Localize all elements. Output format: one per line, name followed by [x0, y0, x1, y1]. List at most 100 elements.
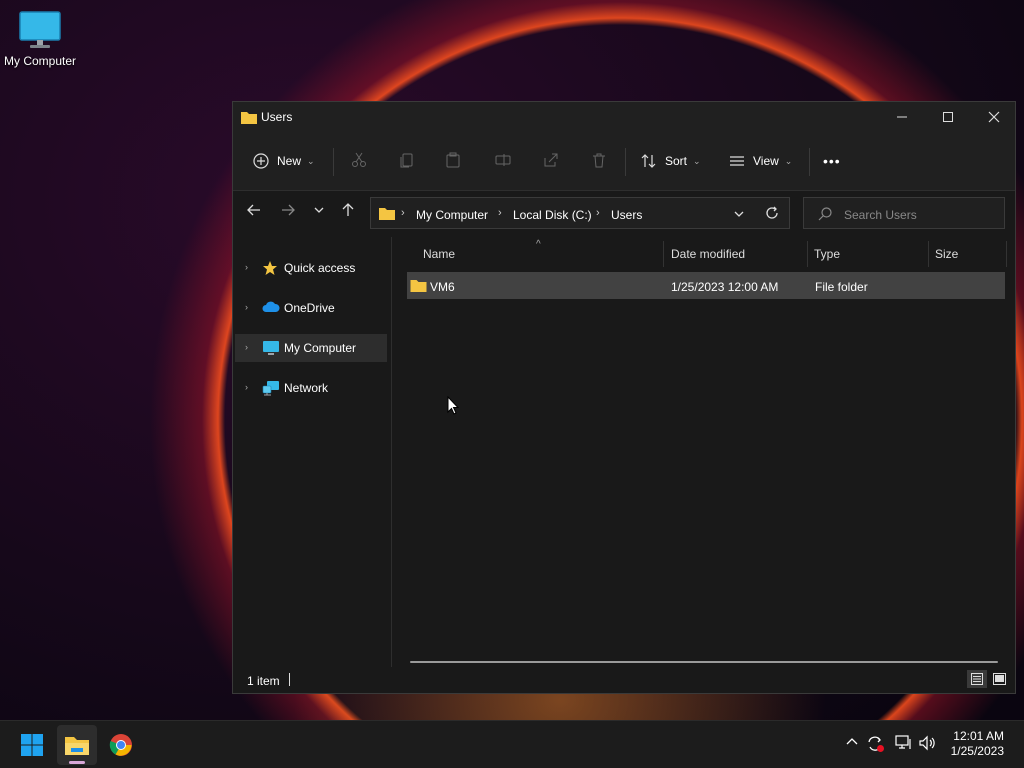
column-divider[interactable]: [807, 241, 808, 267]
file-explorer-window: Users New ⌄ Sort ⌄ View ⌄ ••• › My Compu…: [232, 101, 1016, 694]
sort-icon: [641, 154, 656, 168]
chevron-down-icon: ⌄: [307, 155, 315, 166]
taskbar: 12:01 AM 1/25/2023: [0, 720, 1024, 768]
search-box[interactable]: Search Users: [803, 197, 1005, 229]
copy-icon[interactable]: [399, 152, 415, 173]
cloud-icon: [262, 300, 280, 317]
address-bar[interactable]: › My Computer › Local Disk (C:) › Users: [370, 197, 790, 229]
breadcrumb-users[interactable]: Users: [611, 208, 642, 222]
network-status-icon[interactable]: [895, 735, 913, 754]
cut-icon[interactable]: [351, 152, 367, 173]
show-hidden-icons-chevron-icon[interactable]: [845, 735, 859, 752]
more-options-button[interactable]: •••: [823, 146, 841, 176]
chevron-down-icon: ⌄: [693, 155, 701, 166]
taskbar-chrome[interactable]: [101, 725, 141, 765]
sidebar-item-label: OneDrive: [284, 301, 335, 315]
cell-name: VM6: [430, 280, 455, 294]
network-icon: [262, 380, 280, 399]
cell-type: File folder: [815, 280, 868, 294]
recent-locations-button[interactable]: [313, 203, 325, 221]
up-button[interactable]: [341, 203, 355, 221]
details-view-button[interactable]: [967, 670, 987, 688]
desktop-icon-label: My Computer: [3, 54, 77, 68]
cell-date-modified: 1/25/2023 12:00 AM: [671, 280, 779, 294]
status-bar: 1 item: [233, 667, 1015, 693]
column-header-size[interactable]: Size: [935, 247, 958, 261]
active-indicator: [69, 761, 85, 764]
column-header-date-modified[interactable]: Date modified: [671, 247, 745, 261]
chevron-right-icon[interactable]: ›: [245, 342, 248, 352]
sort-ascending-icon: ^: [536, 239, 541, 250]
new-label: New: [277, 154, 302, 168]
column-header-type[interactable]: Type: [814, 247, 840, 261]
sidebar-item-label: My Computer: [284, 341, 357, 355]
column-divider[interactable]: [1006, 241, 1007, 267]
new-button[interactable]: New ⌄: [253, 146, 315, 176]
view-button[interactable]: View ⌄: [729, 146, 792, 176]
toolbar-divider: [625, 148, 626, 176]
paste-icon[interactable]: [445, 152, 461, 173]
sidebar-item-my-computer[interactable]: › My Computer: [235, 334, 387, 362]
refresh-icon[interactable]: [765, 206, 779, 225]
large-icons-view-button[interactable]: [989, 670, 1009, 688]
breadcrumb-separator: ›: [596, 207, 600, 219]
address-history-chevron-icon[interactable]: [733, 207, 745, 225]
forward-button[interactable]: [281, 203, 295, 221]
toolbar-divider: [333, 148, 334, 176]
navigation-pane: › Quick access › OneDrive › My Computer …: [233, 237, 392, 667]
delete-icon[interactable]: [591, 152, 607, 173]
view-label: View: [753, 154, 779, 168]
system-clock[interactable]: 12:01 AM 1/25/2023: [951, 729, 1004, 759]
back-button[interactable]: [247, 203, 261, 221]
large-icons-view-icon: [992, 673, 1006, 685]
file-list: ^ Name Date modified Type Size VM6 1/25/…: [392, 237, 1015, 667]
sidebar-item-onedrive[interactable]: › OneDrive: [235, 294, 387, 322]
star-icon: [262, 260, 278, 279]
folder-icon: [241, 110, 257, 129]
chevron-right-icon[interactable]: ›: [245, 382, 248, 392]
sort-button[interactable]: Sort ⌄: [641, 146, 701, 176]
start-button[interactable]: [12, 725, 52, 765]
search-icon: [818, 207, 832, 226]
breadcrumb-my-computer[interactable]: My Computer: [416, 208, 488, 222]
toolbar-divider: [809, 148, 810, 176]
item-count: 1 item: [247, 674, 280, 688]
table-row[interactable]: VM6 1/25/2023 12:00 AM File folder: [407, 272, 1005, 299]
title-bar[interactable]: Users: [233, 102, 1015, 132]
navigation-bar: › My Computer › Local Disk (C:) › Users …: [233, 191, 1015, 237]
desktop-icon-my-computer[interactable]: My Computer: [2, 8, 78, 68]
rename-icon[interactable]: [495, 152, 511, 173]
chevron-right-icon[interactable]: ›: [245, 262, 248, 272]
sidebar-item-label: Network: [284, 381, 329, 395]
column-divider[interactable]: [928, 241, 929, 267]
breadcrumb-local-disk[interactable]: Local Disk (C:): [513, 208, 592, 222]
folder-icon: [379, 206, 395, 225]
search-placeholder: Search Users: [844, 208, 917, 222]
status-divider: [289, 673, 290, 686]
column-header-name[interactable]: Name: [423, 247, 455, 261]
file-explorer-icon: [65, 737, 89, 755]
sidebar-item-network[interactable]: › Network: [235, 374, 387, 402]
maximize-button[interactable]: [925, 102, 971, 132]
clock-time: 12:01 AM: [953, 729, 1004, 743]
taskbar-file-explorer[interactable]: [57, 725, 97, 765]
sidebar-item-quick-access[interactable]: › Quick access: [235, 254, 387, 282]
chevron-right-icon[interactable]: ›: [245, 302, 248, 312]
column-divider[interactable]: [663, 241, 664, 267]
share-icon[interactable]: [543, 152, 559, 173]
breadcrumb-separator: ›: [498, 207, 502, 219]
details-view-icon: [971, 673, 983, 685]
close-button[interactable]: [971, 102, 1017, 132]
sort-label: Sort: [665, 154, 688, 168]
folder-icon: [410, 278, 427, 295]
horizontal-scrollbar[interactable]: [410, 661, 998, 663]
chrome-icon: [109, 734, 132, 756]
sync-alert-icon[interactable]: [866, 735, 886, 756]
window-title: Users: [261, 110, 293, 124]
windows-logo-icon: [21, 734, 43, 756]
volume-icon[interactable]: [919, 735, 937, 754]
command-bar: New ⌄ Sort ⌄ View ⌄ •••: [233, 132, 1015, 191]
minimize-button[interactable]: [879, 102, 925, 132]
plus-circle-icon: [253, 153, 269, 169]
sidebar-item-label: Quick access: [284, 261, 356, 275]
